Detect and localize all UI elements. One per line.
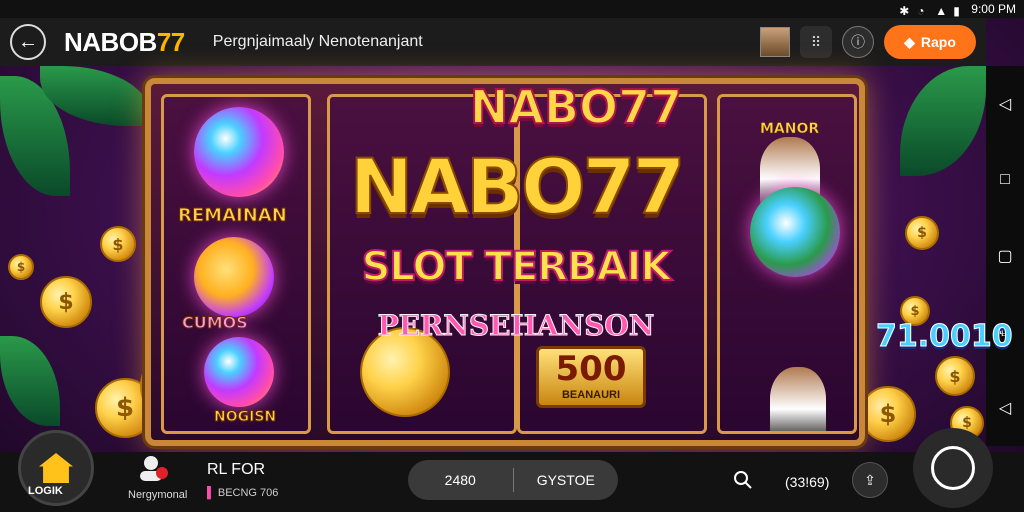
coin-icon: $ [40, 276, 92, 328]
user-label: Nergymonal [128, 489, 188, 501]
share-button[interactable]: ⇪ [852, 462, 888, 498]
coin-icon: $ [8, 254, 34, 280]
balance-pill[interactable]: 2480 GYSTOE [408, 460, 618, 500]
nav-home-icon[interactable]: □ [1000, 171, 1010, 189]
coin-icon: $ [935, 356, 975, 396]
reel-left: REMAINAN CUMOS NOGISN [161, 94, 311, 434]
brand-title: NABO77 [349, 141, 687, 232]
home-icon [39, 453, 73, 483]
wifi-icon: ◔ [917, 4, 925, 18]
user-sub: ▌ BECNG 706 [207, 487, 278, 499]
avatar[interactable] [760, 27, 790, 57]
swirl-orb-icon [204, 337, 274, 407]
app-bar-actions: ⠿ ⓘ ◆ Rapo [760, 25, 976, 59]
cta-button[interactable]: ◆ Rapo [884, 25, 976, 59]
status-bar: ✱ ◔ ▲ ▮ 9:00 PM [0, 0, 1024, 18]
signal-icon: ▲ [935, 4, 948, 18]
search-value: (33!69) [785, 474, 830, 490]
logo-accent: 77 [156, 26, 185, 57]
game-screen: ✱ ◔ ▲ ▮ 9:00 PM ← NABOB77 Pergnjaimaaly … [0, 0, 1024, 512]
swirl-orb-icon [194, 107, 284, 197]
swirl-orb-icon [750, 187, 840, 277]
status-time: 9:00 PM [971, 2, 1016, 16]
back-button[interactable]: ← [10, 24, 46, 60]
reel-left-sub: CUMOS [182, 313, 249, 333]
info-icon: ⓘ [851, 34, 865, 50]
nav-back-icon[interactable]: ◁ [999, 94, 1011, 114]
spiral-seven-icon [194, 237, 274, 317]
diamond-icon: ◆ [904, 33, 915, 50]
pill-left-value[interactable]: 2480 [408, 472, 513, 488]
reel-right-title: MANOR [760, 121, 820, 138]
character-portrait [770, 367, 826, 431]
cta-label: Rapo [920, 34, 956, 50]
game-stage: $ $ $ $ $ $ $ $ $ $ $ REMAINAN CUMOS NOG… [0, 66, 1013, 452]
user-sub-text: BECNG 706 [217, 487, 279, 499]
user-name: RL FOR [207, 461, 266, 478]
ring-icon [931, 446, 975, 490]
arrow-left-icon: ← [18, 30, 38, 53]
battery-icon: ▮ [953, 4, 960, 18]
palm-leaf-right [900, 66, 986, 176]
nav-recents-icon[interactable]: ▢ [997, 246, 1012, 266]
coin-icon: $ [905, 216, 939, 250]
bonus-badge: 500 BEANAURI [536, 346, 646, 408]
grid-icon: ⠿ [810, 33, 822, 50]
info-button[interactable]: ⓘ [842, 26, 874, 58]
search-icon[interactable] [733, 470, 753, 490]
bush-left [0, 336, 60, 426]
user-icon[interactable] [138, 454, 168, 482]
share-icon: ⇪ [864, 471, 876, 488]
navigation-rail: ◁ □ ▢ ⧉ ◁ [986, 66, 1024, 446]
nav-prev-icon[interactable]: ◁ [999, 398, 1011, 418]
reel-right: MANOR [717, 94, 857, 434]
spin-button[interactable] [913, 428, 993, 508]
home-label: LOGIK [28, 485, 63, 497]
brand-title-small: NABO77 [469, 79, 683, 135]
bonus-value: 500 [555, 349, 627, 389]
marker-icon: ▌ [207, 487, 215, 499]
grid-button[interactable]: ⠿ [800, 26, 832, 58]
pill-right-value[interactable]: GYSTOE [514, 472, 619, 488]
reel-left-label: REMAINAN [178, 205, 288, 227]
logo-main: NABOB [64, 26, 157, 57]
prize-headline: PERNSEHANSON [377, 309, 655, 343]
slot-headline: SLOT TERBAIK [361, 243, 673, 291]
coin-icon: $ [100, 226, 136, 262]
app-bar: ← NABOB77 Pergnjaimaaly Nenotenanjant ⠿ … [0, 18, 986, 66]
app-logo: NABOB77 [64, 27, 185, 58]
jackpot-value: 71.0010 [876, 319, 1014, 355]
bluetooth-icon: ✱ [899, 4, 910, 18]
bonus-caption: BEANAURI [561, 389, 621, 401]
slot-machine-frame: REMAINAN CUMOS NOGISN MANOR NABO77 NABO7… [145, 78, 1013, 446]
coin-icon: $ [860, 386, 916, 442]
page-subtitle: Pergnjaimaaly Nenotenanjant [212, 33, 423, 50]
reel-left-bottom: NOGISN [213, 409, 277, 426]
